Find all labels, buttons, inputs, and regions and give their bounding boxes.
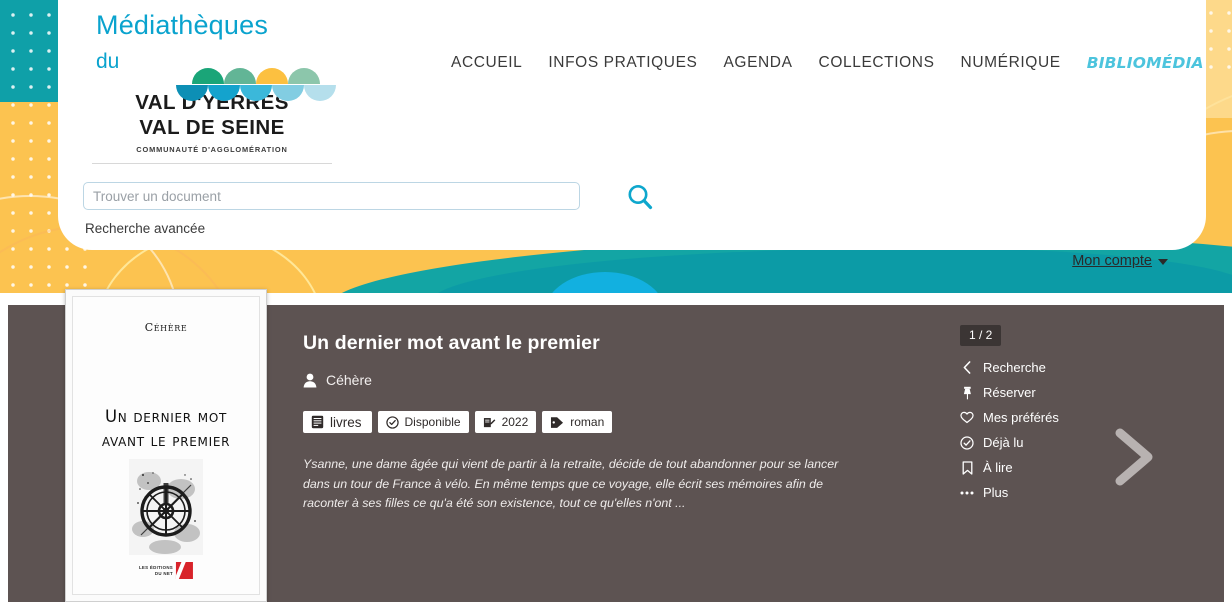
publisher-mark-icon	[176, 562, 194, 579]
heart-icon	[960, 411, 974, 424]
account-menu-button[interactable]: Mon compte	[1072, 253, 1168, 269]
check-circle-icon	[960, 436, 974, 450]
record-author-name: Céhère	[326, 372, 372, 389]
action-recherche-label: Recherche	[983, 360, 1046, 376]
logo-mediatheques-text: Médiathèques	[96, 10, 269, 40]
publisher-line1: LES ÉDITIONS	[138, 564, 174, 570]
cover-publisher-logo: LES ÉDITIONS DU NET	[139, 562, 194, 579]
chevron-right-icon	[1115, 428, 1153, 486]
record-title: Un dernier mot avant le premier	[303, 332, 600, 354]
tag-icon	[551, 417, 564, 428]
logo-divider	[92, 163, 332, 164]
check-circle-icon	[385, 416, 399, 429]
cover-artwork-wheel	[129, 459, 203, 555]
action-reserver-label: Réserver	[983, 385, 1036, 401]
action-a-lire[interactable]: À lire	[960, 460, 1100, 475]
pin-icon	[960, 386, 974, 400]
record-badges: livres Disponible 2022 roman	[303, 411, 883, 434]
search-input[interactable]	[83, 182, 580, 210]
nav-item-accueil[interactable]: ACCUEIL	[451, 54, 522, 72]
logo-val-seine-line: VAL DE SEINE	[139, 116, 285, 139]
record-author-row[interactable]: Céhère	[303, 372, 883, 388]
record-details: Un dernier mot avant le premier Céhère l…	[303, 332, 883, 513]
ellipsis-icon	[960, 490, 974, 496]
site-logo[interactable]: Médiathèques du VAL D'YERRES VAL DE SEIN…	[92, 10, 386, 164]
nav-item-collections[interactable]: COLLECTIONS	[819, 54, 935, 72]
publisher-line2: DU NET	[154, 570, 174, 576]
badge-availability[interactable]: Disponible	[377, 411, 469, 434]
header-card: Médiathèques du VAL D'YERRES VAL DE SEIN…	[58, 0, 1206, 250]
book-icon	[311, 416, 324, 429]
logo-subtitle: COMMUNAUTÉ D'AGGLOMÉRATION	[136, 145, 288, 154]
badge-year[interactable]: 2022	[474, 411, 537, 434]
user-icon	[303, 373, 317, 388]
badge-genre[interactable]: roman	[542, 411, 613, 434]
action-deja-lu[interactable]: Déjà lu	[960, 435, 1100, 450]
next-record-button[interactable]	[1100, 425, 1164, 489]
chevron-left-icon	[960, 361, 974, 374]
advanced-search-link[interactable]: Recherche avancée	[85, 221, 205, 236]
account-label: Mon compte	[1072, 253, 1152, 269]
action-reserver[interactable]: Réserver	[960, 385, 1100, 400]
cover-title-line1: Un dernier mot	[104, 407, 228, 426]
cover-title-text: Un dernier mot avant le premier	[73, 405, 259, 453]
badge-genre-label: roman	[570, 415, 605, 430]
book-cover-image[interactable]: Céhère Un dernier mot avant le premier L…	[65, 289, 267, 602]
action-mes-preferes[interactable]: Mes préférés	[960, 410, 1100, 425]
main-navigation: ACCUEIL INFOS PRATIQUES AGENDA COLLECTIO…	[451, 54, 1204, 72]
record-description: Ysanne, une dame âgée qui vient de parti…	[303, 457, 839, 510]
cover-publisher-text: LES ÉDITIONS DU NET	[139, 565, 173, 577]
action-mes-preferes-label: Mes préférés	[983, 410, 1059, 426]
edit-document-icon	[483, 417, 495, 428]
search-area: Recherche avancée	[83, 182, 653, 236]
action-deja-lu-label: Déjà lu	[983, 435, 1024, 451]
action-a-lire-label: À lire	[983, 460, 1013, 476]
chevron-down-icon	[1158, 258, 1168, 265]
action-plus[interactable]: Plus	[960, 485, 1100, 500]
search-icon	[628, 185, 653, 210]
search-button[interactable]	[620, 177, 660, 217]
cover-inner-frame: Céhère Un dernier mot avant le premier L…	[72, 296, 260, 595]
nav-item-bibliomedia[interactable]: BIBLIOMÉDIA	[1087, 54, 1204, 72]
badge-media-type[interactable]: livres	[303, 411, 372, 434]
bookmark-icon	[960, 461, 974, 475]
record-actions: 1 / 2 Recherche Réserver Mes préférés Dé…	[960, 325, 1100, 500]
cover-title-line2: avant le premier	[101, 430, 231, 450]
pager-badge: 1 / 2	[960, 325, 1002, 347]
action-recherche[interactable]: Recherche	[960, 360, 1100, 375]
action-plus-label: Plus	[983, 485, 1009, 501]
badge-year-label: 2022	[501, 415, 529, 430]
nav-item-infos-pratiques[interactable]: INFOS PRATIQUES	[548, 54, 697, 72]
logo-semicircles-graphic	[176, 68, 336, 101]
badge-media-type-label: livres	[330, 414, 362, 430]
badge-availability-label: Disponible	[404, 415, 461, 430]
cover-author-text: Céhère	[144, 321, 188, 334]
nav-item-agenda[interactable]: AGENDA	[723, 54, 792, 72]
nav-item-numerique[interactable]: NUMÉRIQUE	[961, 54, 1061, 72]
